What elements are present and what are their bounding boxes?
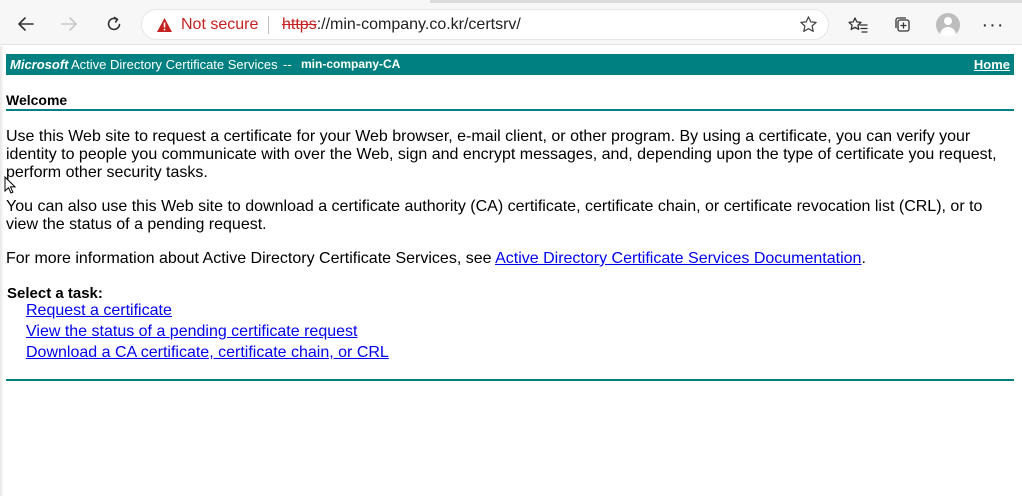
refresh-icon xyxy=(107,16,121,31)
favorites-button[interactable] xyxy=(843,10,873,40)
forward-button[interactable] xyxy=(52,7,86,41)
profile-button[interactable] xyxy=(933,10,963,40)
more-info-paragraph: For more information about Active Direct… xyxy=(6,250,1012,268)
page-title: Welcome xyxy=(6,92,68,108)
footer-divider xyxy=(6,379,1014,381)
left-edge-shadow xyxy=(0,46,4,496)
forward-icon xyxy=(61,17,77,31)
home-link[interactable]: Home xyxy=(974,54,1010,75)
title-divider xyxy=(6,109,1014,111)
collections-icon xyxy=(895,17,910,32)
refresh-button[interactable] xyxy=(97,7,131,41)
more-button[interactable]: ··· xyxy=(978,10,1008,40)
documentation-link[interactable]: Active Directory Certificate Services Do… xyxy=(495,250,861,267)
task-heading: Select a task: xyxy=(7,285,103,302)
profile-avatar xyxy=(936,13,960,37)
warning-icon[interactable] xyxy=(156,17,173,33)
back-button[interactable] xyxy=(9,7,43,41)
web-page: Microsoft Active Directory Certificate S… xyxy=(0,46,1022,496)
not-secure-label[interactable]: Not secure xyxy=(181,16,258,34)
pending-request-status-link[interactable]: View the status of a pending certificate… xyxy=(26,323,357,341)
banner-separator: -- xyxy=(283,57,292,72)
more-info-period: . xyxy=(861,250,866,267)
back-icon xyxy=(18,17,34,31)
request-certificate-link[interactable]: Request a certificate xyxy=(26,302,172,320)
collections-button[interactable] xyxy=(888,10,918,40)
address-bar[interactable]: Not secure https://min-company.co.kr/cer… xyxy=(141,9,829,40)
url-scheme: https xyxy=(282,16,317,33)
more-info-text: For more information about Active Direct… xyxy=(6,250,496,267)
favorites-icon xyxy=(848,17,868,33)
intro-paragraph: Use this Web site to request a certifica… xyxy=(6,128,997,181)
brand-name: Microsoft xyxy=(10,57,69,72)
header-banner: Microsoft Active Directory Certificate S… xyxy=(6,54,1014,75)
mouse-cursor-icon xyxy=(4,176,16,194)
product-name: Active Directory Certificate Services xyxy=(71,57,278,72)
download-paragraph: You can also use this Web site to downlo… xyxy=(6,198,983,233)
url-host-path: ://min-company.co.kr/certsrv/ xyxy=(316,16,521,33)
url-text[interactable]: https://min-company.co.kr/certsrv/ xyxy=(282,16,521,34)
address-separator xyxy=(268,16,269,34)
download-ca-certificate-link[interactable]: Download a CA certificate, certificate c… xyxy=(26,344,389,362)
star-icon[interactable] xyxy=(799,15,818,34)
browser-toolbar: Not secure https://min-company.co.kr/cer… xyxy=(0,3,1022,45)
more-icon: ··· xyxy=(981,14,1005,36)
ca-name: min-company-CA xyxy=(301,57,401,71)
